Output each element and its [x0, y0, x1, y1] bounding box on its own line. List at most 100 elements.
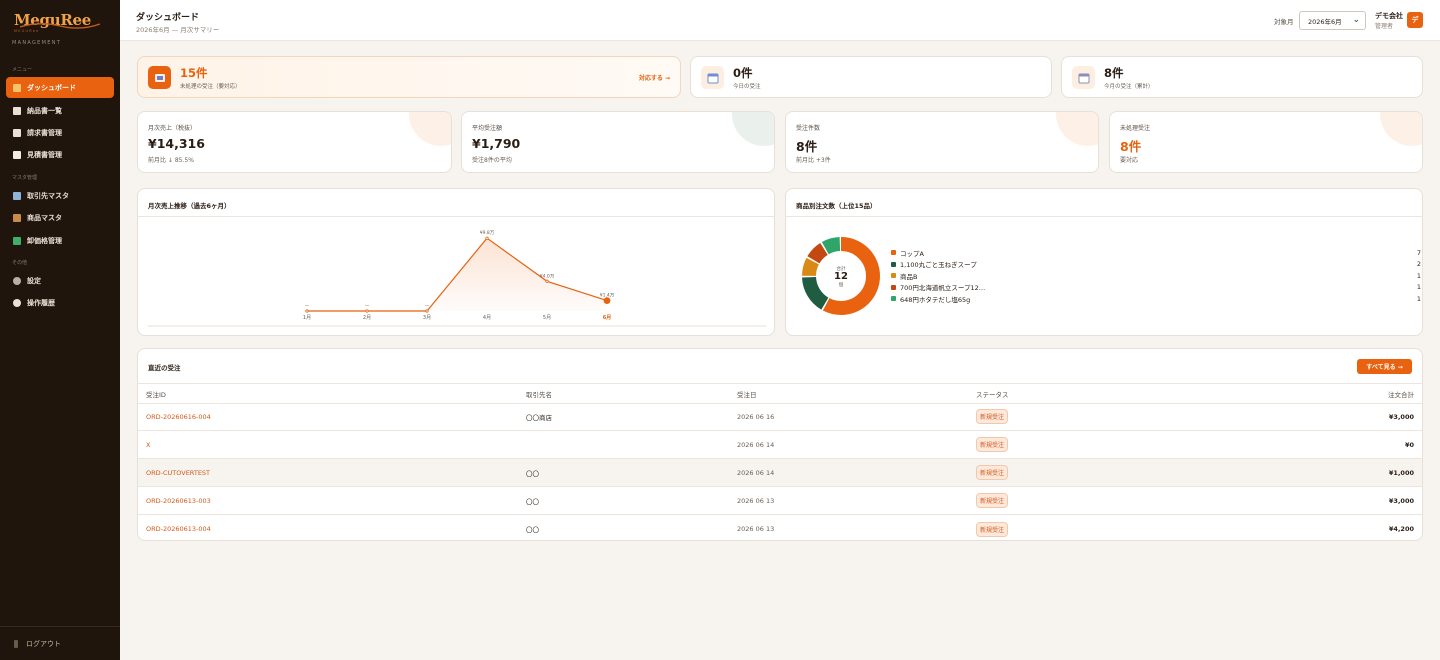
status-badge: 新規受注 — [976, 409, 1009, 424]
order-id[interactable]: ORD-20260616-004 — [146, 403, 211, 430]
order-id[interactable]: ORD-20260613-004 — [146, 515, 211, 540]
legend-swatch — [891, 296, 896, 301]
x-tick-label: 4月 — [483, 315, 491, 321]
monthly-sales-chart-card: 月次売上推移（過去6ヶ月） — 1月 — 2月 — 3月 ¥9.8万 4月 ¥4.0万 5月 ¥1.… — [137, 188, 775, 336]
page-title: ダッシュボード — [136, 13, 200, 23]
data-point — [485, 236, 489, 240]
legend-count: 1 — [1416, 294, 1421, 303]
logout-button[interactable]: ログアウト — [0, 626, 120, 660]
col-header-total: 注文合計 — [1388, 390, 1414, 399]
x-tick-label: 2月 — [363, 315, 371, 321]
order-total: ¥1,000 — [1388, 468, 1414, 477]
data-label: — — [365, 304, 370, 309]
table-row[interactable]: ORD-CUTOVERTEST 〇〇 2026 06 14 新規受注 ¥1,00… — [138, 459, 1422, 487]
donut-center: 合計 12 個 — [826, 266, 856, 288]
customer-name: 〇〇 — [526, 526, 539, 534]
customer-name: 〇〇商店 — [526, 413, 552, 422]
col-header-id: 受注ID — [146, 390, 166, 399]
data-label: ¥4.0万 — [540, 273, 555, 279]
logout-label: ログアウト — [26, 639, 61, 648]
data-point — [365, 309, 369, 313]
table-row[interactable]: ORD-20260616-004 〇〇商店 2026 06 16 新規受注 ¥3… — [138, 403, 1422, 431]
stat-label: 月次売上（税抜） — [148, 125, 197, 132]
line-chart: — 1月 — 2月 — 3月 ¥9.8万 4月 ¥4.0万 5月 ¥1.4万 6月 — [148, 230, 766, 327]
decorative-circle — [1380, 112, 1422, 146]
stat-average-order: 平均受注額 ¥1,790 受注8件の平均 — [461, 111, 775, 173]
table-row[interactable]: X 2026 06 14 新規受注 ¥0 — [138, 431, 1422, 459]
data-point — [425, 309, 429, 313]
status-badge: 新規受注 — [976, 465, 1009, 480]
stat-value: ¥14,316 — [148, 136, 205, 151]
decorative-circle — [732, 112, 774, 146]
kpi-label: 今月の受注（累計） — [1104, 84, 1154, 90]
legend-swatch — [891, 250, 896, 255]
order-date: 2026 06 16 — [737, 412, 775, 421]
chart-title: 商品別注文数（上位15品） — [796, 202, 877, 210]
legend-count: 1 — [1416, 271, 1421, 280]
x-tick-label: 6月 — [603, 314, 611, 321]
order-id[interactable]: ORD-20260613-003 — [146, 487, 211, 514]
legend-label: コップA — [900, 249, 924, 258]
legend-item: 商品B 1 — [891, 270, 1421, 281]
sidebar-item-products[interactable]: 商品マスタ — [6, 207, 114, 228]
customer-name: 〇〇 — [526, 469, 539, 478]
stat-value: 8件 — [1120, 139, 1142, 154]
order-id[interactable]: ORD-CUTOVERTEST — [146, 459, 210, 486]
sidebar-item-dashboard[interactable]: ダッシュボード — [6, 77, 114, 98]
legend-swatch — [891, 284, 896, 290]
status-badge: 新規受注 — [976, 437, 1009, 452]
stat-label: 受注件数 — [796, 125, 821, 132]
sidebar-item-label: 見積書管理 — [27, 150, 62, 159]
handle-orders-link[interactable]: 対応する → — [639, 73, 670, 82]
legend-count: 7 — [1416, 248, 1421, 257]
x-tick-label: 1月 — [303, 315, 311, 321]
order-id[interactable]: X — [146, 431, 150, 458]
sidebar-item-history[interactable]: 操作履歴 — [6, 292, 114, 313]
legend-swatch — [891, 261, 896, 267]
col-header-date: 受注日 — [737, 390, 757, 399]
sidebar-item-delivery-notes[interactable]: 納品書一覧 — [6, 100, 114, 121]
donut-center-value: 12 — [834, 271, 848, 282]
order-date: 2026 06 13 — [737, 525, 775, 533]
kpi-today-orders: 0件 今日の受注 — [690, 56, 1052, 98]
logo-swirl-icon — [20, 23, 100, 29]
table-row[interactable]: ORD-20260613-004 〇〇 2026 06 13 新規受注 ¥4,2… — [138, 515, 1422, 540]
sidebar-item-invoices[interactable]: 請求書管理 — [6, 122, 114, 143]
legend-item: 700円北海道帆立スープ12… 1 — [891, 282, 1421, 293]
sidebar-item-wholesale-prices[interactable]: 卸価格管理 — [6, 230, 114, 251]
invoice-icon — [13, 128, 21, 137]
inbox-icon — [148, 66, 171, 89]
customer-name: 〇〇 — [526, 497, 539, 506]
col-header-status: ステータス — [976, 390, 1009, 399]
sidebar-item-label: 納品書一覧 — [27, 106, 62, 115]
estimate-icon — [13, 150, 21, 159]
sidebar-item-settings[interactable]: 設定 — [6, 270, 114, 291]
page-subtitle: 2026年6月 — 月次サマリー — [136, 26, 220, 34]
user-role: 管理者 — [1375, 23, 1394, 30]
stat-label: 未処理受注 — [1120, 125, 1151, 132]
avatar[interactable]: デ — [1407, 12, 1423, 28]
stat-sub: 要対応 — [1120, 157, 1139, 164]
stat-label: 平均受注額 — [472, 125, 503, 132]
section-title: 直近の受注 — [148, 364, 181, 372]
stat-order-count: 受注件数 8件 前月比 +3件 — [785, 111, 1099, 173]
see-all-button[interactable]: すべて見る → — [1357, 359, 1412, 374]
order-total: ¥3,000 — [1388, 412, 1414, 421]
table-header: 受注ID 取引先名 受注日 ステータス 注文合計 — [138, 383, 1422, 404]
kpi-month-orders: 8件 今月の受注（累計） — [1061, 56, 1423, 98]
table-row[interactable]: ORD-20260613-003 〇〇 2026 06 13 新規受注 ¥3,0… — [138, 487, 1422, 515]
clock-icon — [13, 298, 21, 307]
decorative-circle — [1056, 112, 1098, 146]
period-select[interactable]: 2026年6月 ⌄ — [1299, 11, 1366, 30]
nav-section-master: マスタ管理 — [12, 175, 38, 181]
period-value: 2026年6月 — [1308, 17, 1342, 26]
sidebar: MeguRee MEGURee MANAGEMENT メニュー ダッシュボード … — [0, 0, 120, 660]
sidebar-item-estimates[interactable]: 見積書管理 — [6, 144, 114, 165]
sidebar-item-customers[interactable]: 取引先マスタ — [6, 185, 114, 206]
chart-title: 月次売上推移（過去6ヶ月） — [148, 202, 231, 210]
nav-section-menu: メニュー — [12, 67, 33, 73]
stat-unprocessed: 未処理受注 8件 要対応 — [1109, 111, 1423, 173]
x-tick-label: 3月 — [423, 315, 431, 321]
status-badge: 新規受注 — [976, 493, 1009, 508]
stat-monthly-sales: 月次売上（税抜） ¥14,316 前月比 ↓ 85.5% — [137, 111, 452, 173]
